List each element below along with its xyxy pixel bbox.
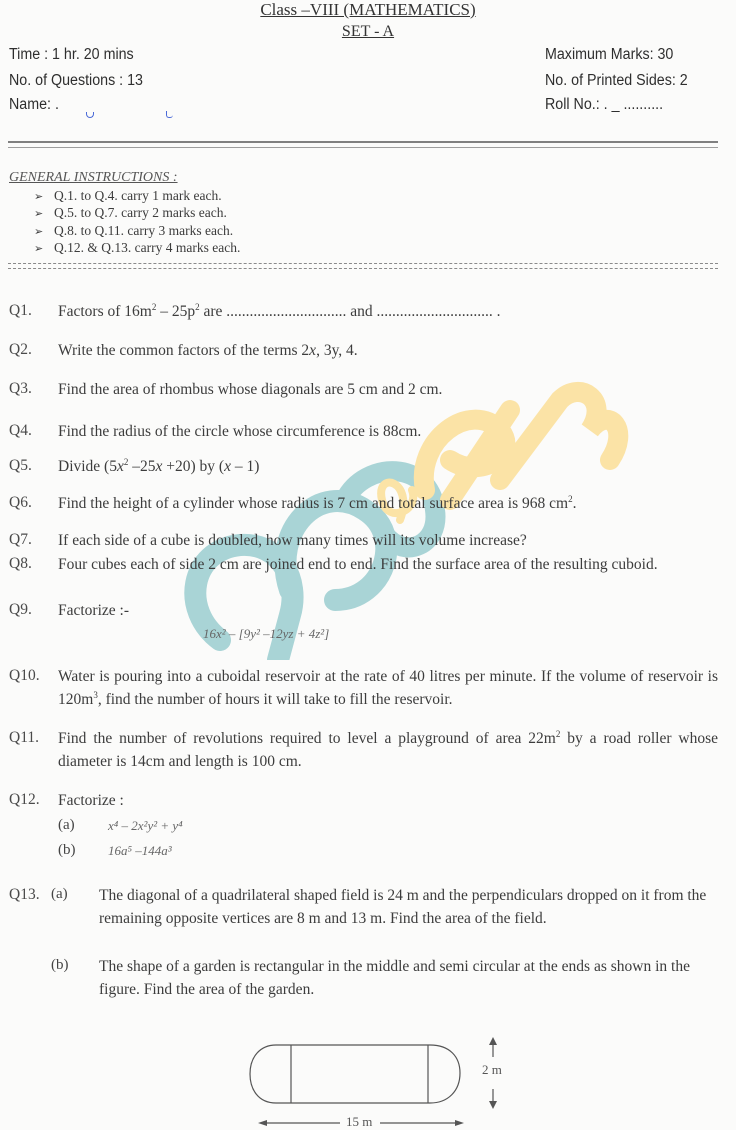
question-5-text: Divide (5x2 –25x +20) by (x – 1) xyxy=(58,456,260,475)
question-number: Q9. xyxy=(9,601,32,618)
question-1-text: Factors of 16m2 – 25p2 are .............… xyxy=(58,301,501,320)
question-9-text: Factorize :- xyxy=(58,602,130,619)
height-label: 2 m xyxy=(482,1062,502,1077)
exam-title: Class –VIII (MATHEMATICS) xyxy=(260,0,476,19)
sub-part-label: (a) xyxy=(58,817,75,833)
num-questions-label: No. of Questions : 13 xyxy=(9,72,143,89)
question-12b-formula: 16a⁵ –144a³ xyxy=(108,843,172,858)
sub-part-label: (b) xyxy=(51,957,69,973)
question-number: Q8. xyxy=(9,555,32,572)
question-11-text: Find the number of revolutions required … xyxy=(58,728,719,770)
question-12a-formula: x⁴ – 2x²y² + y⁴ xyxy=(108,818,183,833)
arrow-bullet-icon: ➢ xyxy=(34,207,44,220)
arrow-bullet-icon: ➢ xyxy=(34,225,44,238)
question-3-text: Find the area of rhombus whose diagonals… xyxy=(58,381,443,398)
question-4-text: Find the radius of the circle whose circ… xyxy=(58,423,422,440)
question-9-formula: 16x² – [9y² –12yz + 4z²] xyxy=(203,626,330,641)
question-number: Q11. xyxy=(9,729,39,746)
watermark-letter-m xyxy=(490,382,629,490)
instruction-item: ➢ Q.12. & Q.13. carry 4 marks each. xyxy=(34,240,241,255)
question-number: Q1. xyxy=(9,302,32,319)
general-instructions-heading: GENERAL INSTRUCTIONS : xyxy=(9,170,178,185)
time-label: Time : 1 hr. 20 mins xyxy=(9,46,134,63)
question-6-text: Find the height of a cylinder whose radi… xyxy=(58,493,577,512)
question-number: Q13. xyxy=(9,886,40,903)
pen-mark xyxy=(86,112,94,118)
sub-part-label: (a) xyxy=(51,886,68,902)
arrow-bullet-icon: ➢ xyxy=(34,190,44,203)
question-13b-text: The shape of a garden is rectangular in … xyxy=(99,958,690,998)
question-12-text: Factorize : xyxy=(58,792,124,809)
question-number: Q5. xyxy=(9,457,32,474)
question-number: Q2. xyxy=(9,341,32,358)
watermark-letter-e xyxy=(413,400,520,510)
question-number: Q12. xyxy=(9,791,40,808)
arrow-bullet-icon: ➢ xyxy=(34,242,44,255)
question-number: Q6. xyxy=(9,494,32,511)
roll-no-label: Roll No.: . _ .......... xyxy=(545,96,664,113)
question-7-text: If each side of a cube is doubled, how m… xyxy=(58,532,527,549)
printed-sides-label: No. of Printed Sides: 2 xyxy=(545,72,688,89)
question-13a-text: The diagonal of a quadrilateral shaped f… xyxy=(99,887,707,927)
instructions-divider xyxy=(8,263,718,269)
instruction-item: ➢ Q.5. to Q.7. carry 2 marks each. xyxy=(34,205,227,220)
garden-figure xyxy=(249,1037,497,1126)
exam-set: SET - A xyxy=(341,23,395,40)
question-2-text: Write the common factors of the terms 2x… xyxy=(58,342,358,359)
pen-mark xyxy=(166,111,173,118)
question-10-text: Water is pouring into a cuboidal reservo… xyxy=(58,668,718,708)
header-divider xyxy=(8,141,718,148)
watermark-letter-l xyxy=(350,390,440,500)
instruction-item: ➢ Q.1. to Q.4. carry 1 mark each. xyxy=(34,188,222,203)
instruction-item: ➢ Q.8. to Q.11. carry 3 marks each. xyxy=(34,223,234,238)
arrow-up-icon xyxy=(489,1037,497,1045)
question-number: Q4. xyxy=(9,422,32,439)
question-number: Q10. xyxy=(9,667,40,684)
arrow-down-icon xyxy=(489,1101,497,1109)
name-label: Name: . xyxy=(9,96,59,113)
sub-part-label: (b) xyxy=(58,842,76,858)
question-8-text: Four cubes each of side 2 cm are joined … xyxy=(58,556,658,573)
question-number: Q3. xyxy=(9,380,32,397)
arrow-left-icon xyxy=(258,1120,267,1126)
max-marks-label: Maximum Marks: 30 xyxy=(545,46,674,63)
question-number: Q7. xyxy=(9,531,32,548)
width-label: 15 m xyxy=(346,1114,373,1129)
arrow-right-icon xyxy=(455,1120,464,1126)
